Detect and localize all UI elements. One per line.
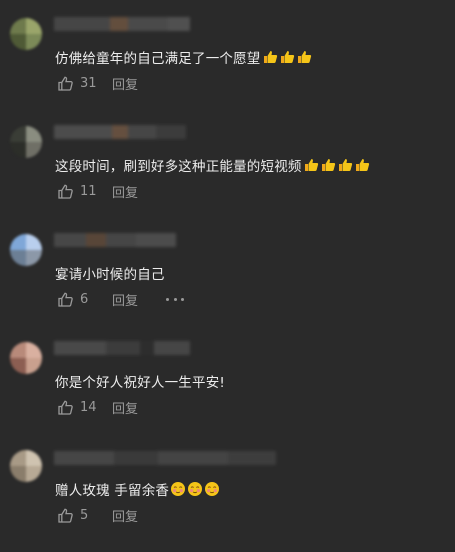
blushing-face-emoji-icon [204, 481, 220, 497]
thumbs-up-emoji-icon [296, 49, 312, 65]
like-count: 11 [80, 183, 97, 199]
thumbs-up-emoji-icon [262, 49, 278, 65]
thumbs-up-outline-icon[interactable] [57, 75, 74, 92]
thumbs-up-outline-icon[interactable] [57, 291, 74, 308]
username-blurred[interactable] [54, 341, 190, 355]
reply-button[interactable]: 回复 [112, 74, 138, 93]
comment-text: 宴请小时候的自己 [55, 263, 165, 283]
thumbs-up-emoji-icon [279, 49, 295, 65]
comment-item: 这段时间，刷到好多这种正能量的短视频 11 回复 [0, 108, 455, 216]
thumbs-up-outline-icon[interactable] [57, 399, 74, 416]
avatar[interactable] [10, 126, 42, 158]
comment-text: 这段时间，刷到好多这种正能量的短视频 [55, 155, 370, 175]
reply-button[interactable]: 回复 [112, 398, 138, 417]
like-count: 5 [80, 507, 89, 523]
avatar[interactable] [10, 18, 42, 50]
comment-text-content: 仿佛给童年的自己满足了一个愿望 [55, 51, 261, 67]
thumbs-up-outline-icon[interactable] [57, 183, 74, 200]
comment-item: 宴请小时候的自己 6 回复 [0, 216, 455, 324]
comment-item: 仿佛给童年的自己满足了一个愿望 31 回复 [0, 0, 455, 108]
comment-item: 你是个好人祝好人一生平安! 14 回复 [0, 324, 455, 432]
comment-actions: 31 回复 [57, 74, 138, 93]
comment-text: 你是个好人祝好人一生平安! [55, 371, 225, 391]
comment-text-content: 赠人玫瑰 手留余香 [55, 483, 170, 499]
reply-button[interactable]: 回复 [112, 506, 138, 525]
comment-actions: 11 回复 [57, 182, 138, 201]
avatar[interactable] [10, 450, 42, 482]
thumbs-up-emoji-icon [354, 157, 370, 173]
avatar[interactable] [10, 234, 42, 266]
like-count: 6 [80, 291, 89, 307]
comment-text: 仿佛给童年的自己满足了一个愿望 [55, 47, 312, 67]
comment-text-content: 宴请小时候的自己 [55, 267, 165, 283]
avatar[interactable] [10, 342, 42, 374]
comment-actions: 5 回复 [57, 506, 138, 525]
username-blurred[interactable] [54, 17, 190, 31]
comment-text-content: 这段时间，刷到好多这种正能量的短视频 [55, 159, 302, 175]
thumbs-up-emoji-icon [337, 157, 353, 173]
comment-text-content: 你是个好人祝好人一生平安! [55, 375, 226, 391]
username-blurred[interactable] [54, 233, 176, 247]
comment-actions: 6 回复 [57, 290, 185, 309]
like-count: 14 [80, 399, 97, 415]
username-blurred[interactable] [54, 451, 276, 465]
comment-item: 赠人玫瑰 手留余香 5 回复 [0, 432, 455, 540]
blushing-face-emoji-icon [187, 481, 203, 497]
reply-button[interactable]: 回复 [112, 290, 138, 309]
thumbs-up-emoji-icon [320, 157, 336, 173]
thumbs-up-outline-icon[interactable] [57, 507, 74, 524]
like-count: 31 [80, 75, 97, 91]
username-blurred[interactable] [54, 125, 186, 139]
comment-actions: 14 回复 [57, 398, 138, 417]
more-horizontal-icon[interactable] [166, 290, 185, 308]
comment-text: 赠人玫瑰 手留余香 [55, 479, 220, 499]
blushing-face-emoji-icon [170, 481, 186, 497]
thumbs-up-emoji-icon [303, 157, 319, 173]
reply-button[interactable]: 回复 [112, 182, 138, 201]
